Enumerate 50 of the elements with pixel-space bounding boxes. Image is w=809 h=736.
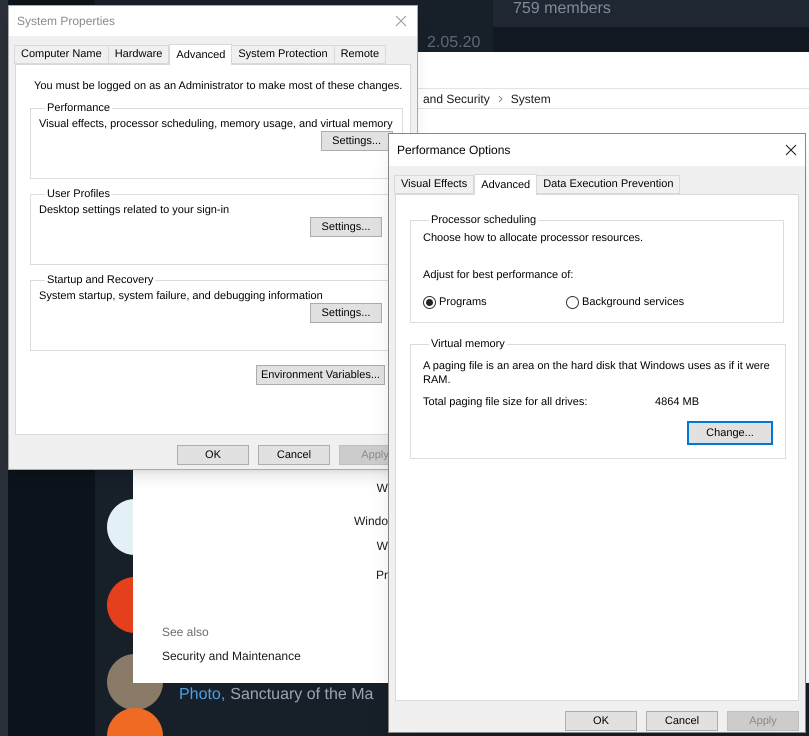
dialog-button[interactable]: Change... <box>687 421 773 445</box>
dialog-button[interactable]: Cancel <box>258 445 330 465</box>
timestamp: 2.05.20 <box>427 33 480 52</box>
notice-text: You must be logged on as an Administrator to make most of these changes. <box>34 79 402 93</box>
post-title: Sanctuary of the Ma <box>230 685 374 705</box>
window-title: System Properties <box>17 13 116 30</box>
info-label: Windo <box>354 514 388 528</box>
tab[interactable]: Remote <box>334 45 386 64</box>
field-value: 4864 MB <box>655 395 700 409</box>
dialog-button[interactable]: Environment Variables... <box>256 365 385 385</box>
post-link[interactable]: Photo, <box>179 685 226 705</box>
radio-option[interactable]: Programs <box>423 294 566 310</box>
tab[interactable]: Advanced <box>474 174 538 195</box>
tab[interactable]: Data Execution Prevention <box>536 175 680 194</box>
tab[interactable]: Computer Name <box>14 45 109 64</box>
dialog-button[interactable]: OK <box>177 445 249 465</box>
dialog-button[interactable]: OK <box>565 711 637 731</box>
tab[interactable]: Hardware <box>108 45 170 64</box>
member-count: 759 members <box>513 0 611 18</box>
tab[interactable]: Visual Effects <box>394 175 474 194</box>
group-description: System startup, system failure, and debugging information <box>39 289 324 303</box>
group-description: Desktop settings related to your sign-in <box>39 203 230 217</box>
group-title: User Profiles <box>46 187 111 201</box>
radio-button[interactable] <box>423 296 436 309</box>
group-title: Virtual memory <box>430 337 506 351</box>
info-label: W <box>376 481 388 495</box>
radio-button[interactable] <box>566 296 579 309</box>
group-title: Startup and Recovery <box>46 273 154 287</box>
tab[interactable]: System Protection <box>231 45 335 64</box>
field-label: Total paging file size for all drives: <box>423 395 588 409</box>
chevron-icon <box>498 94 503 102</box>
window-title: Performance Options <box>397 142 510 159</box>
group-title: Performance <box>46 101 111 115</box>
group-title: Processor scheduling <box>430 213 538 227</box>
group-description: Choose how to allocate processor resources. <box>423 231 644 245</box>
breadcrumb-item[interactable]: System <box>510 90 551 108</box>
dialog-button[interactable]: Settings... <box>310 303 382 323</box>
group-description: A paging file is an area on the hard disk that Windows uses as if it were RAM. <box>423 359 771 387</box>
dialog-button[interactable]: Settings... <box>310 217 382 237</box>
breadcrumb-item[interactable]: and Security <box>423 90 490 108</box>
section-heading: See also <box>162 625 210 639</box>
prompt-text: Adjust for best performance of: <box>423 268 574 282</box>
info-label: Pr <box>376 568 388 582</box>
group-description: Visual effects, processor scheduling, memory usage, and virtual memory <box>39 117 393 131</box>
radio-option[interactable]: Background services <box>566 294 684 310</box>
close-icon[interactable] <box>785 144 797 156</box>
tab[interactable]: Advanced <box>169 44 232 65</box>
info-label: W <box>376 539 388 553</box>
dialog-button[interactable]: Cancel <box>646 711 718 731</box>
dialog-button[interactable]: Settings... <box>320 131 393 151</box>
